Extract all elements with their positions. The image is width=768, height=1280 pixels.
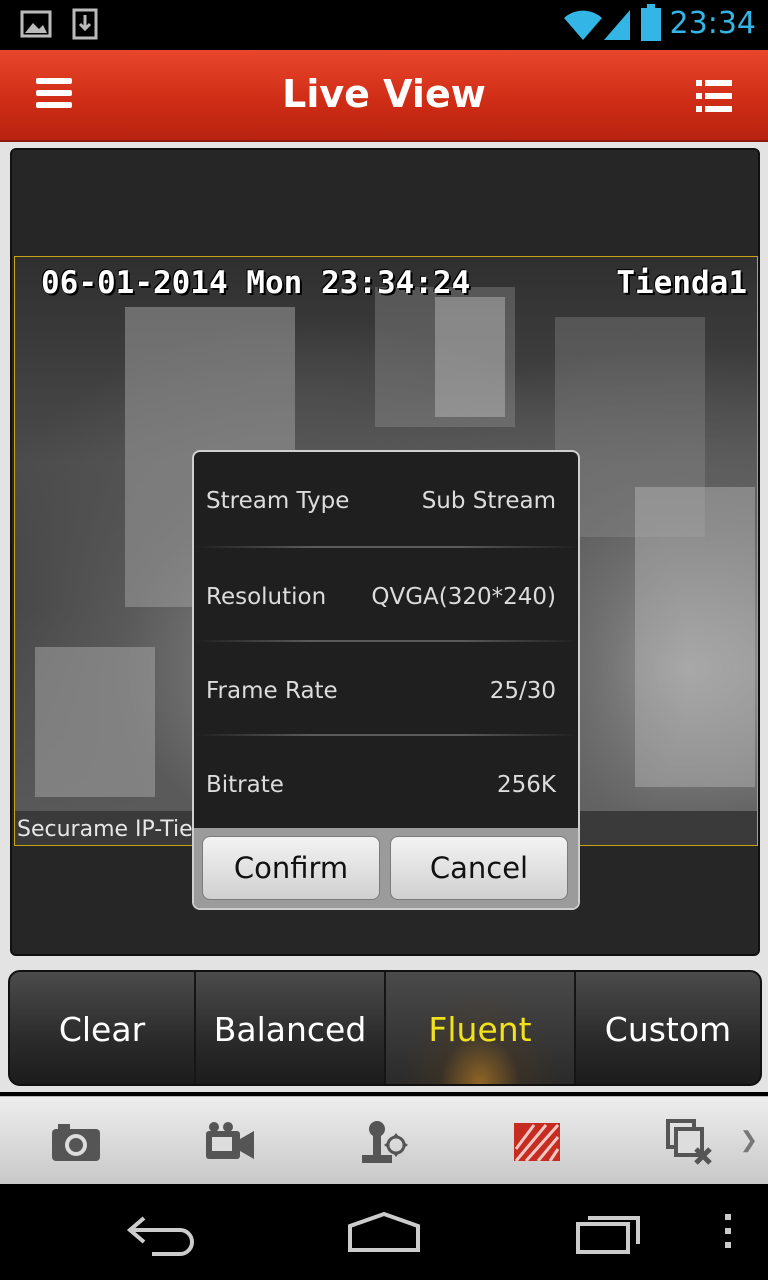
image-icon xyxy=(20,10,52,38)
row-label: Frame Rate xyxy=(206,678,338,704)
status-time: 23:34 xyxy=(669,6,756,41)
recent-apps-icon[interactable] xyxy=(574,1208,646,1256)
camera-icon[interactable] xyxy=(50,1119,102,1165)
quality-option-clear[interactable]: Clear xyxy=(10,972,196,1084)
back-icon[interactable] xyxy=(124,1208,196,1256)
wifi-icon xyxy=(564,10,602,40)
cancel-button[interactable]: Cancel xyxy=(390,836,568,900)
app-bar: Live View xyxy=(0,50,768,142)
live-toolbar: ❯ xyxy=(0,1096,768,1185)
osd-datetime: 06-01-2014 Mon 23:34:24 xyxy=(41,265,471,301)
system-nav-bar xyxy=(0,1184,768,1280)
close-windows-icon[interactable] xyxy=(666,1119,718,1165)
signal-icon xyxy=(604,10,630,40)
confirm-button[interactable]: Confirm xyxy=(202,836,380,900)
quality-selector: Clear Balanced Fluent Custom xyxy=(8,970,762,1086)
battery-icon xyxy=(641,4,661,41)
frame-rate-row[interactable]: Frame Rate 25/30 xyxy=(194,642,578,736)
dialog-button-bar: Confirm Cancel xyxy=(194,828,578,908)
row-value: 25/30 xyxy=(489,678,556,704)
stream-settings-dialog: Stream Type Sub Stream Resolution QVGA(3… xyxy=(192,450,580,910)
video-record-icon[interactable] xyxy=(204,1119,256,1165)
resolution-row[interactable]: Resolution QVGA(320*240) xyxy=(194,548,578,642)
row-label: Bitrate xyxy=(206,772,284,798)
quality-selector-area: Clear Balanced Fluent Custom xyxy=(0,964,768,1092)
page-title: Live View xyxy=(282,72,486,116)
row-label: Resolution xyxy=(206,584,327,610)
row-label: Stream Type xyxy=(206,488,350,514)
ptz-joystick-icon[interactable] xyxy=(358,1119,410,1165)
osd-camera-name: Tienda1 xyxy=(616,265,747,301)
quality-option-fluent[interactable]: Fluent xyxy=(386,972,576,1084)
camera-label: Securame IP-Tie xyxy=(17,817,193,842)
overflow-menu-icon[interactable] xyxy=(720,1208,736,1256)
bitrate-row[interactable]: Bitrate 256K xyxy=(194,736,578,830)
list-view-icon[interactable] xyxy=(696,78,732,114)
status-bar: 23:34 xyxy=(0,0,768,50)
quality-option-custom[interactable]: Custom xyxy=(576,972,760,1084)
quality-icon[interactable] xyxy=(512,1119,564,1165)
row-value: 256K xyxy=(497,772,556,798)
chevron-right-icon[interactable]: ❯ xyxy=(740,1127,758,1153)
home-icon[interactable] xyxy=(344,1208,424,1256)
quality-option-balanced[interactable]: Balanced xyxy=(196,972,386,1084)
download-icon xyxy=(72,8,98,40)
stream-type-row[interactable]: Stream Type Sub Stream xyxy=(194,452,578,546)
row-value: QVGA(320*240) xyxy=(371,584,556,610)
row-value: Sub Stream xyxy=(421,488,556,514)
